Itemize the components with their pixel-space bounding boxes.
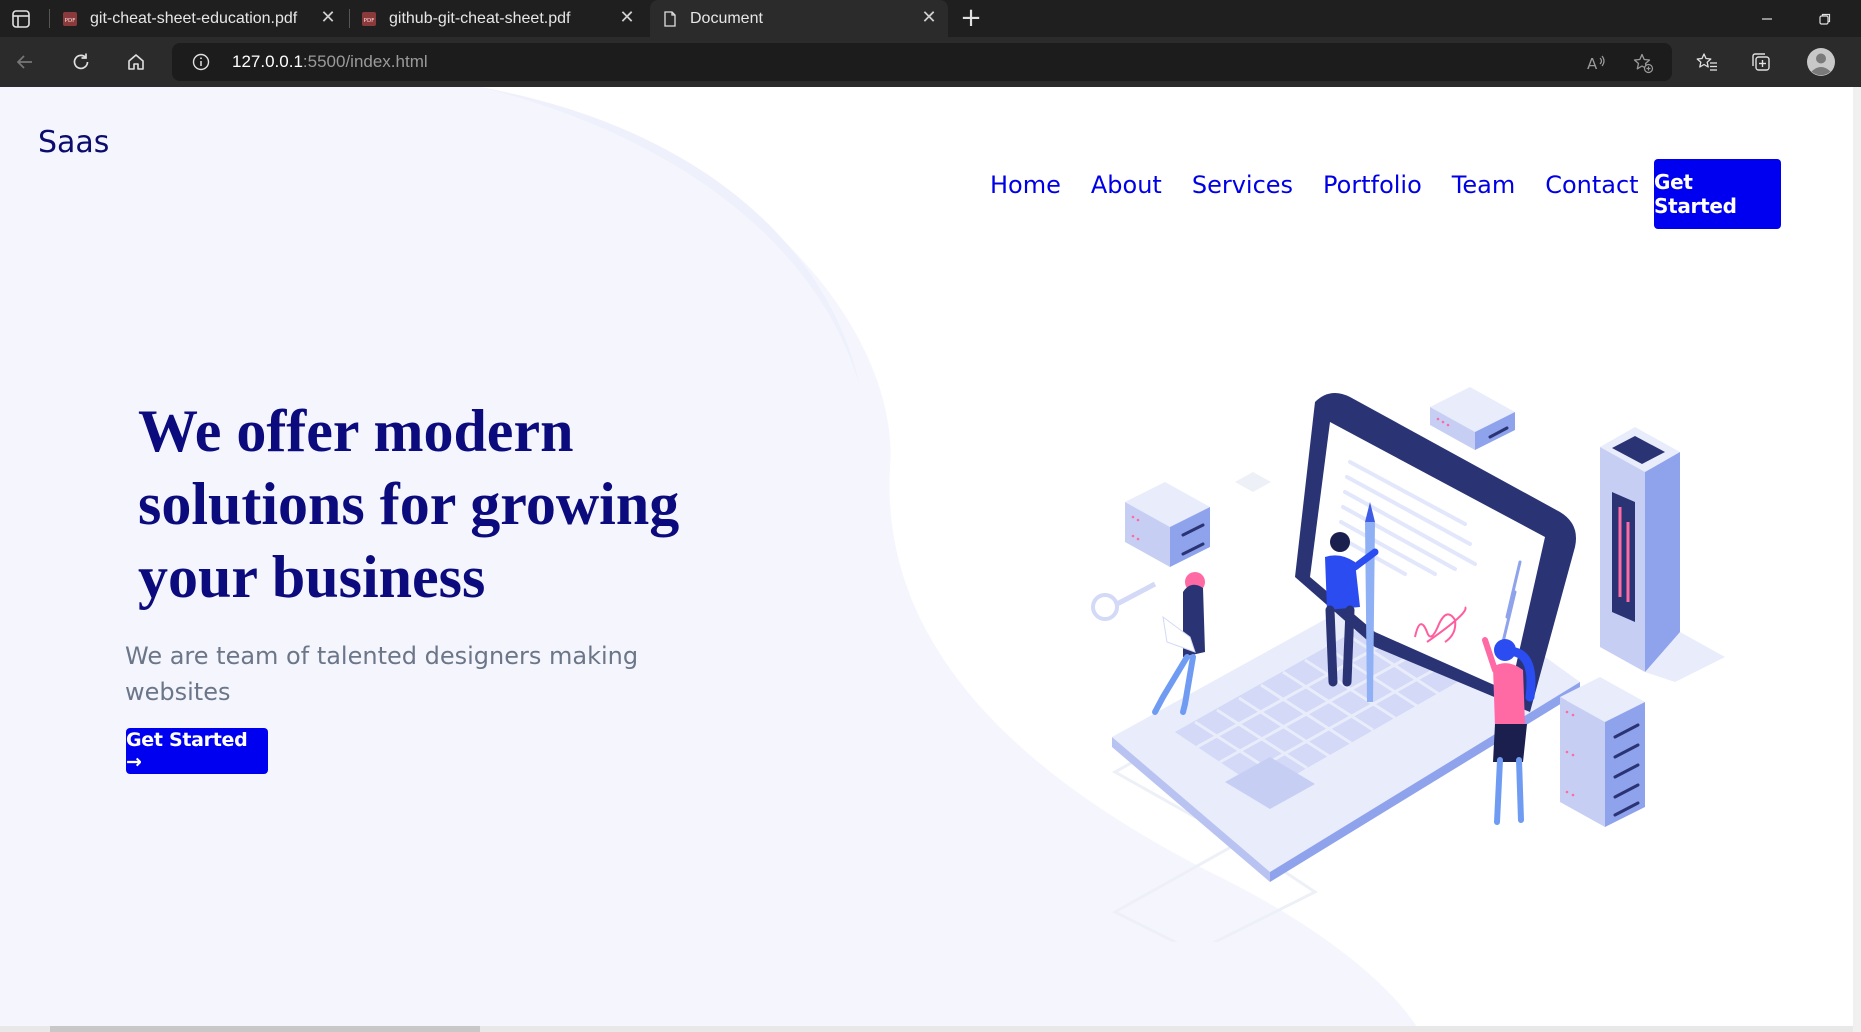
tab-actions-icon[interactable] bbox=[10, 8, 32, 30]
site-info-icon[interactable] bbox=[192, 53, 210, 71]
page-viewport: Saas Home About Services Portfolio Team … bbox=[0, 87, 1853, 1032]
home-icon[interactable] bbox=[123, 49, 149, 75]
nav-link-about[interactable]: About bbox=[1091, 167, 1162, 203]
pdf-icon: PDF bbox=[362, 11, 376, 26]
tab-label: github-git-cheat-sheet.pdf bbox=[389, 9, 571, 27]
favorites-icon[interactable] bbox=[1694, 49, 1720, 75]
tab-separator bbox=[49, 9, 50, 28]
hero-illustration bbox=[1091, 387, 1725, 942]
svg-text:PDF: PDF bbox=[364, 18, 375, 24]
address-bar[interactable]: 127.0.0.1:5500/index.html A bbox=[172, 43, 1672, 81]
url-host: 127.0.0.1 bbox=[232, 52, 303, 71]
url-path: :5500/index.html bbox=[302, 52, 428, 71]
horizontal-scrollbar[interactable] bbox=[0, 1026, 1853, 1032]
pdf-icon: PDF bbox=[63, 11, 77, 26]
nav-link-contact[interactable]: Contact bbox=[1545, 167, 1638, 203]
main-nav: Home About Services Portfolio Team Conta… bbox=[990, 167, 1669, 203]
new-tab-icon[interactable]: + bbox=[958, 5, 984, 31]
restore-icon[interactable] bbox=[1800, 0, 1850, 37]
tab-label: git-cheat-sheet-education.pdf bbox=[90, 9, 298, 27]
tab-separator bbox=[349, 9, 350, 28]
read-aloud-icon[interactable]: A bbox=[1585, 52, 1607, 74]
add-favorite-icon[interactable] bbox=[1632, 52, 1654, 74]
browser-tab-bar: PDF git-cheat-sheet-education.pdf ✕ PDF … bbox=[0, 0, 1861, 37]
nav-link-services[interactable]: Services bbox=[1192, 167, 1293, 203]
nav-link-team[interactable]: Team bbox=[1452, 167, 1515, 203]
svg-text:PDF: PDF bbox=[65, 18, 76, 24]
profile-avatar-icon[interactable] bbox=[1806, 47, 1836, 77]
url-text[interactable]: 127.0.0.1:5500/index.html bbox=[232, 43, 428, 81]
reload-icon[interactable] bbox=[68, 49, 94, 75]
close-tab-icon[interactable]: ✕ bbox=[920, 9, 938, 27]
hero-get-started-button[interactable]: Get Started → bbox=[126, 728, 268, 774]
nav-get-started-button[interactable]: Get Started bbox=[1654, 159, 1781, 229]
nav-link-portfolio[interactable]: Portfolio bbox=[1323, 167, 1422, 203]
tab-label: Document bbox=[690, 9, 763, 27]
close-tab-icon[interactable]: ✕ bbox=[319, 9, 337, 27]
tab-github-git-cheat-sheet[interactable]: PDF github-git-cheat-sheet.pdf ✕ bbox=[361, 0, 646, 37]
close-tab-icon[interactable]: ✕ bbox=[618, 9, 636, 27]
hero-title: We offer modern solutions for growing yo… bbox=[138, 398, 680, 610]
vertical-scrollbar[interactable] bbox=[1853, 87, 1861, 1032]
svg-text:A: A bbox=[1587, 55, 1598, 73]
browser-toolbar: 127.0.0.1:5500/index.html A bbox=[0, 37, 1861, 87]
tab-git-cheat-sheet-education[interactable]: PDF git-cheat-sheet-education.pdf ✕ bbox=[62, 0, 347, 37]
back-icon[interactable] bbox=[12, 49, 38, 75]
nav-link-home[interactable]: Home bbox=[990, 167, 1061, 203]
minimize-icon[interactable] bbox=[1742, 0, 1792, 37]
tab-document[interactable]: Document ✕ bbox=[650, 0, 948, 37]
document-icon bbox=[664, 10, 676, 27]
collections-icon[interactable] bbox=[1748, 49, 1774, 75]
scrollbar-thumb[interactable] bbox=[50, 1026, 480, 1032]
hero-subtitle: We are team of talented designers making… bbox=[125, 642, 639, 706]
site-logo[interactable]: Saas bbox=[38, 125, 109, 160]
